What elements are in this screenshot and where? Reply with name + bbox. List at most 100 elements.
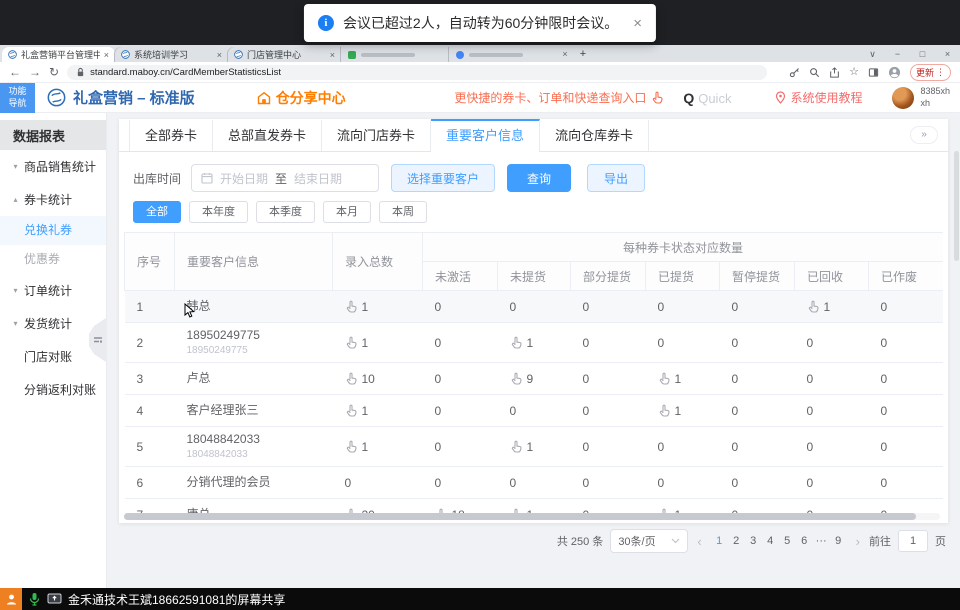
browser-tab[interactable]: 门店管理中心× bbox=[228, 47, 341, 62]
cell-count[interactable]: 1 bbox=[498, 323, 571, 363]
forward-icon[interactable]: → bbox=[29, 66, 41, 78]
cell-customer[interactable]: 1804884203318048842033 bbox=[175, 427, 333, 467]
quick-range-chip[interactable]: 全部 bbox=[133, 201, 181, 223]
microphone-icon[interactable] bbox=[28, 592, 41, 606]
content-tab[interactable]: 流向门店券卡 bbox=[322, 119, 431, 151]
page-number[interactable]: 3 bbox=[745, 535, 762, 547]
cell-customer[interactable]: 分销代理的会员 bbox=[175, 467, 333, 499]
quick-range-chip[interactable]: 本周 bbox=[379, 201, 427, 223]
cell-count[interactable]: 1 bbox=[333, 427, 423, 467]
goto-page-input[interactable] bbox=[898, 530, 928, 552]
content-tab[interactable]: 重要客户信息 bbox=[431, 119, 540, 151]
tab-close-icon[interactable]: × bbox=[104, 50, 109, 60]
browser-tab-partial[interactable] bbox=[449, 47, 557, 62]
content-card: 全部券卡总部直发券卡流向门店券卡重要客户信息流向仓库券卡 » 出库时间 开始日期… bbox=[119, 119, 948, 523]
horizontal-scrollbar[interactable] bbox=[124, 513, 940, 520]
cell-customer[interactable]: 1895024977518950249775 bbox=[175, 323, 333, 363]
count-value: 0 bbox=[807, 476, 814, 490]
cell-count[interactable]: 1 bbox=[333, 323, 423, 363]
maximize-icon[interactable]: □ bbox=[910, 46, 935, 62]
quick-range-chip[interactable]: 本月 bbox=[323, 201, 371, 223]
quick-search[interactable]: Q Quick bbox=[683, 90, 731, 106]
close-icon[interactable]: × bbox=[935, 46, 960, 62]
page-number[interactable]: 1 bbox=[711, 535, 728, 547]
scrollbar-thumb[interactable] bbox=[124, 513, 916, 520]
tab-close-icon[interactable]: × bbox=[557, 47, 573, 62]
minimize-icon[interactable]: − bbox=[885, 46, 910, 62]
sidebar-subitem[interactable]: 优惠券 bbox=[0, 245, 106, 274]
page-number[interactable]: 5 bbox=[779, 535, 796, 547]
browser-tab[interactable]: 系统培训学习× bbox=[115, 47, 228, 62]
cell-customer[interactable]: 韩总 bbox=[175, 291, 333, 323]
profile-icon[interactable] bbox=[888, 66, 901, 79]
prev-page-button[interactable]: ‹ bbox=[695, 534, 703, 549]
cell-count[interactable]: 1 bbox=[646, 363, 720, 395]
tabs-more-button[interactable]: » bbox=[910, 126, 938, 144]
table-row[interactable]: 5180488420331804884203310100000 bbox=[125, 427, 944, 467]
content-tab[interactable]: 全部券卡 bbox=[129, 119, 213, 151]
participant-icon[interactable] bbox=[0, 588, 22, 610]
search-button[interactable]: 查询 bbox=[507, 164, 571, 192]
sidebar-item[interactable]: ▾订单统计 bbox=[0, 274, 106, 307]
screen-share-icon[interactable] bbox=[47, 593, 62, 605]
table-row[interactable]: 6分销代理的会员00000000 bbox=[125, 467, 944, 499]
cell-count: 0 bbox=[423, 467, 498, 499]
quick-range-chip[interactable]: 本年度 bbox=[189, 201, 248, 223]
cell-count[interactable]: 1 bbox=[646, 395, 720, 427]
content-tab[interactable]: 流向仓库券卡 bbox=[540, 119, 649, 151]
sidebar-item[interactable]: ▴券卡统计 bbox=[0, 183, 106, 216]
user-avatar[interactable] bbox=[892, 87, 914, 109]
key-icon[interactable] bbox=[789, 67, 800, 78]
page-number[interactable]: 4 bbox=[762, 535, 779, 547]
table-row[interactable]: 1韩总10000010 bbox=[125, 291, 944, 323]
back-icon[interactable]: ← bbox=[9, 66, 21, 78]
address-bar-actions: ☆ 更新 ⋮ bbox=[789, 64, 951, 81]
next-page-button[interactable]: › bbox=[854, 534, 862, 549]
table-row[interactable]: 4客户经理张三10001000 bbox=[125, 395, 944, 427]
page-number[interactable]: 6 bbox=[796, 535, 813, 547]
tutorial-link[interactable]: 系统使用教程 bbox=[775, 89, 862, 106]
tab-close-icon[interactable]: × bbox=[330, 50, 335, 60]
share-center-link[interactable]: 仓分享中心 bbox=[257, 88, 346, 108]
browser-tab[interactable]: 礼盒营销平台管理中心× bbox=[2, 47, 115, 62]
cell-count[interactable]: 1 bbox=[795, 291, 869, 323]
content-tab[interactable]: 总部直发券卡 bbox=[213, 119, 322, 151]
tab-close-icon[interactable]: × bbox=[217, 50, 222, 60]
cell-count[interactable]: 1 bbox=[498, 427, 571, 467]
function-nav-button[interactable]: 功能 导航 bbox=[0, 83, 35, 113]
table-row[interactable]: 2189502497751895024977510100000 bbox=[125, 323, 944, 363]
quick-entry-link[interactable]: 更快捷的券卡、订单和快递查询入口 bbox=[454, 89, 668, 106]
reload-icon[interactable]: ↻ bbox=[49, 66, 59, 78]
tab-search-chevron-icon[interactable]: ∨ bbox=[860, 46, 885, 62]
quick-range-chip[interactable]: 本季度 bbox=[256, 201, 315, 223]
share-icon[interactable] bbox=[829, 67, 840, 78]
date-range-input[interactable]: 开始日期 至 结束日期 bbox=[191, 164, 379, 192]
table-row[interactable]: 3卢总100901000 bbox=[125, 363, 944, 395]
page-size-select[interactable]: 30条/页 bbox=[610, 529, 688, 553]
cell-customer[interactable]: 客户经理张三 bbox=[175, 395, 333, 427]
zoom-icon[interactable] bbox=[809, 67, 820, 78]
cell-customer[interactable]: 卢总 bbox=[175, 363, 333, 395]
cell-count[interactable]: 10 bbox=[333, 363, 423, 395]
cell-count[interactable]: 9 bbox=[498, 363, 571, 395]
cell-count[interactable]: 1 bbox=[333, 395, 423, 427]
browser-tab-partial[interactable] bbox=[341, 47, 449, 62]
page-number[interactable]: 9 bbox=[830, 535, 847, 547]
sidebar-item[interactable]: 分销返利对账 bbox=[0, 373, 106, 406]
tap-hand-icon bbox=[658, 372, 671, 385]
tab-group-icon[interactable] bbox=[868, 67, 879, 78]
url-field[interactable]: standard.maboy.cn/CardMemberStatisticsLi… bbox=[67, 65, 767, 80]
expand-arrow-icon: ▾ bbox=[10, 286, 21, 295]
new-tab-button[interactable]: + bbox=[573, 47, 593, 62]
select-customer-button[interactable]: 选择重要客户 bbox=[391, 164, 495, 192]
bookmark-star-icon[interactable]: ☆ bbox=[849, 67, 859, 78]
toast-close-icon[interactable]: × bbox=[633, 15, 642, 32]
vertical-scrollbar[interactable] bbox=[954, 151, 959, 261]
page-number[interactable]: 2 bbox=[728, 535, 745, 547]
cell-count[interactable]: 1 bbox=[333, 291, 423, 323]
page-ellipsis[interactable]: ··· bbox=[813, 535, 830, 547]
export-button[interactable]: 导出 bbox=[587, 164, 645, 192]
sidebar-item[interactable]: ▾商品销售统计 bbox=[0, 150, 106, 183]
sidebar-subitem[interactable]: 兑换礼券 bbox=[0, 216, 106, 245]
chrome-update-button[interactable]: 更新 ⋮ bbox=[910, 64, 951, 81]
